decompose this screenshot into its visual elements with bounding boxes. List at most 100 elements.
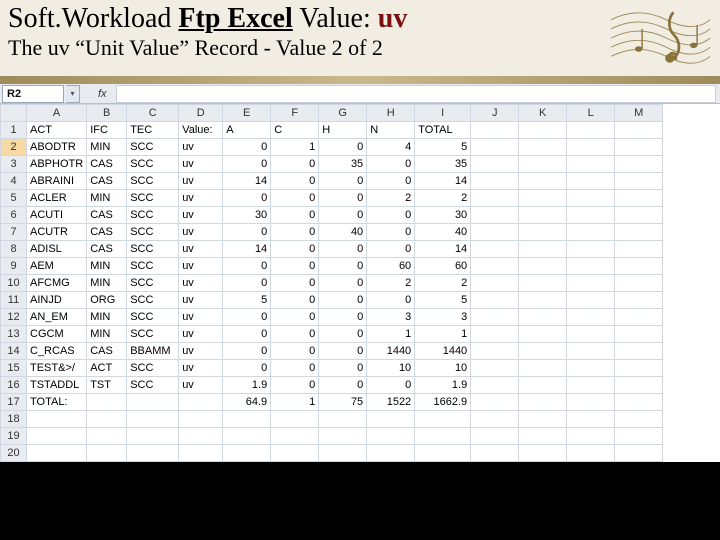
- cell[interactable]: A: [223, 122, 271, 139]
- col-header-E[interactable]: E: [223, 105, 271, 122]
- fx-icon[interactable]: fx: [98, 88, 116, 100]
- cell[interactable]: [179, 411, 223, 428]
- cell[interactable]: 1.9: [223, 377, 271, 394]
- cell[interactable]: C_RCAS: [27, 343, 87, 360]
- row-header[interactable]: 18: [1, 411, 27, 428]
- cell[interactable]: 0: [367, 377, 415, 394]
- cell[interactable]: [471, 156, 519, 173]
- cell[interactable]: ADISL: [27, 241, 87, 258]
- cell[interactable]: 0: [319, 190, 367, 207]
- cell[interactable]: TEC: [127, 122, 179, 139]
- cell[interactable]: ORG: [87, 292, 127, 309]
- cell[interactable]: 30: [415, 207, 471, 224]
- cell[interactable]: [615, 224, 663, 241]
- cell[interactable]: [519, 411, 567, 428]
- cell[interactable]: [567, 428, 615, 445]
- cell[interactable]: [519, 360, 567, 377]
- cell[interactable]: 0: [223, 156, 271, 173]
- cell[interactable]: [367, 411, 415, 428]
- cell[interactable]: 14: [223, 241, 271, 258]
- row-header[interactable]: 16: [1, 377, 27, 394]
- cell[interactable]: SCC: [127, 292, 179, 309]
- cell[interactable]: [519, 241, 567, 258]
- cell[interactable]: SCC: [127, 207, 179, 224]
- row-header[interactable]: 6: [1, 207, 27, 224]
- cell[interactable]: uv: [179, 275, 223, 292]
- cell[interactable]: [127, 411, 179, 428]
- cell[interactable]: [471, 122, 519, 139]
- cell[interactable]: [519, 394, 567, 411]
- cell[interactable]: [471, 275, 519, 292]
- row-header[interactable]: 14: [1, 343, 27, 360]
- cell[interactable]: SCC: [127, 139, 179, 156]
- cell[interactable]: [471, 326, 519, 343]
- cell[interactable]: uv: [179, 292, 223, 309]
- cell[interactable]: 0: [319, 275, 367, 292]
- cell[interactable]: 0: [319, 207, 367, 224]
- cell[interactable]: uv: [179, 343, 223, 360]
- cell[interactable]: [567, 343, 615, 360]
- cell[interactable]: 3: [367, 309, 415, 326]
- cell[interactable]: 5: [415, 292, 471, 309]
- cell[interactable]: [519, 139, 567, 156]
- cell[interactable]: uv: [179, 377, 223, 394]
- cell[interactable]: 1440: [415, 343, 471, 360]
- col-header-M[interactable]: M: [615, 105, 663, 122]
- cell[interactable]: [179, 445, 223, 462]
- cell[interactable]: [567, 275, 615, 292]
- cell[interactable]: [615, 292, 663, 309]
- cell[interactable]: [615, 411, 663, 428]
- col-header-J[interactable]: J: [471, 105, 519, 122]
- cell[interactable]: [367, 428, 415, 445]
- cell[interactable]: ABRAINI: [27, 173, 87, 190]
- cell[interactable]: [615, 445, 663, 462]
- cell[interactable]: 0: [271, 275, 319, 292]
- row-header[interactable]: 9: [1, 258, 27, 275]
- cell[interactable]: 0: [319, 377, 367, 394]
- cell[interactable]: 2: [367, 275, 415, 292]
- cell[interactable]: [271, 428, 319, 445]
- cell[interactable]: [519, 343, 567, 360]
- cell[interactable]: [519, 224, 567, 241]
- cell[interactable]: 0: [271, 309, 319, 326]
- cell[interactable]: AFCMG: [27, 275, 87, 292]
- cell[interactable]: TSTADDL: [27, 377, 87, 394]
- cell[interactable]: CAS: [87, 343, 127, 360]
- cell[interactable]: uv: [179, 360, 223, 377]
- cell[interactable]: ACLER: [27, 190, 87, 207]
- col-header-G[interactable]: G: [319, 105, 367, 122]
- cell[interactable]: uv: [179, 190, 223, 207]
- cell[interactable]: [615, 360, 663, 377]
- cell[interactable]: [567, 122, 615, 139]
- cell[interactable]: [519, 258, 567, 275]
- row-header[interactable]: 4: [1, 173, 27, 190]
- cell[interactable]: [179, 394, 223, 411]
- cell[interactable]: [567, 241, 615, 258]
- cell[interactable]: [615, 428, 663, 445]
- cell[interactable]: [471, 224, 519, 241]
- cell[interactable]: uv: [179, 173, 223, 190]
- cell[interactable]: CAS: [87, 156, 127, 173]
- col-header-A[interactable]: A: [27, 105, 87, 122]
- cell[interactable]: [567, 139, 615, 156]
- cell[interactable]: 0: [271, 173, 319, 190]
- cell[interactable]: [519, 428, 567, 445]
- cell[interactable]: 0: [271, 156, 319, 173]
- cell[interactable]: Value:: [179, 122, 223, 139]
- cell[interactable]: [471, 207, 519, 224]
- cell[interactable]: 35: [319, 156, 367, 173]
- cell[interactable]: [567, 156, 615, 173]
- cell[interactable]: ACT: [27, 122, 87, 139]
- cell[interactable]: [319, 445, 367, 462]
- cell[interactable]: 0: [223, 343, 271, 360]
- row-header[interactable]: 15: [1, 360, 27, 377]
- cell[interactable]: ACUTR: [27, 224, 87, 241]
- formula-input[interactable]: [116, 85, 716, 103]
- cell[interactable]: [615, 394, 663, 411]
- cell[interactable]: [471, 343, 519, 360]
- cell[interactable]: [567, 190, 615, 207]
- name-box[interactable]: R2: [2, 85, 64, 103]
- cell[interactable]: 0: [367, 224, 415, 241]
- row-header[interactable]: 17: [1, 394, 27, 411]
- column-headers[interactable]: ABCDEFGHIJKLM: [1, 105, 663, 122]
